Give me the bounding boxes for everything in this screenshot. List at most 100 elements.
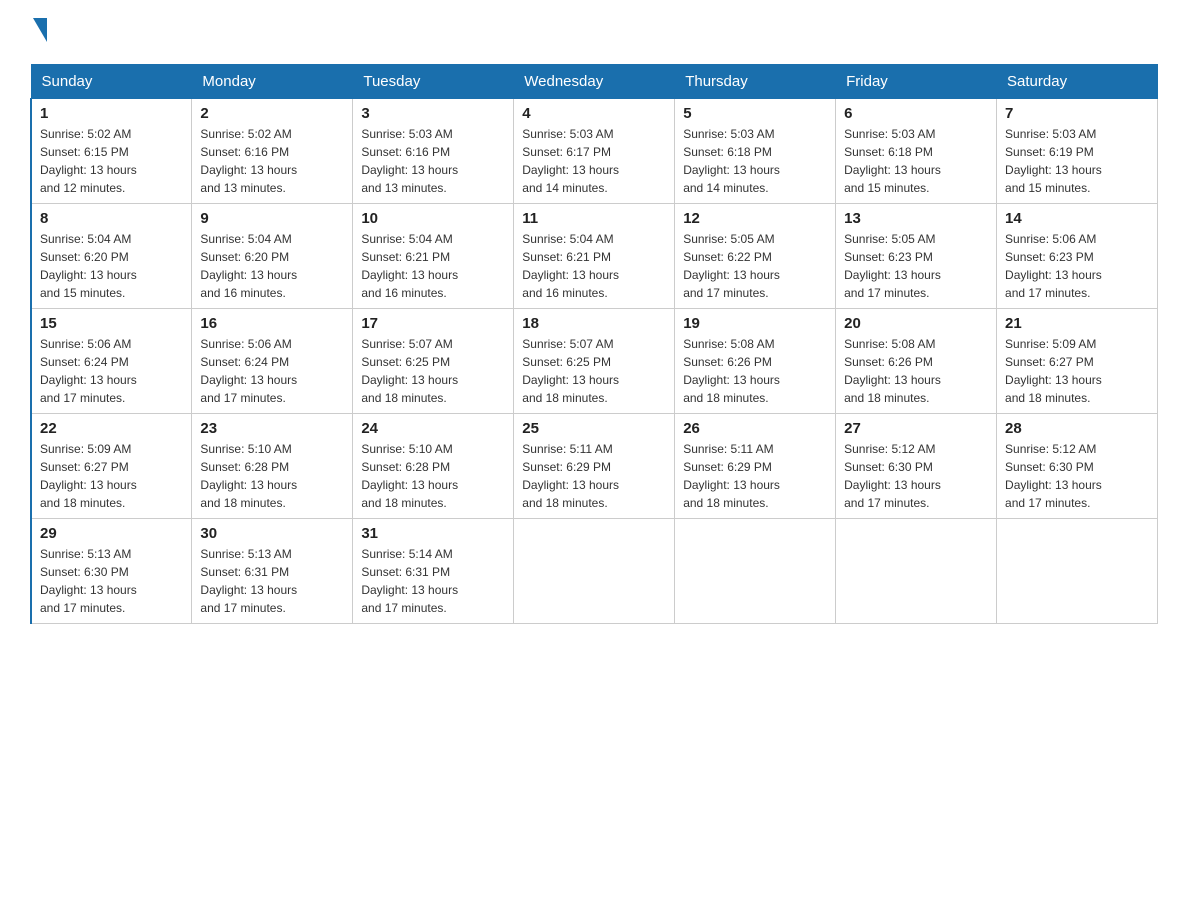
calendar-cell — [997, 519, 1158, 624]
calendar-cell: 21 Sunrise: 5:09 AMSunset: 6:27 PMDaylig… — [997, 309, 1158, 414]
calendar-cell: 12 Sunrise: 5:05 AMSunset: 6:22 PMDaylig… — [675, 204, 836, 309]
day-number: 21 — [1005, 315, 1149, 332]
day-number: 5 — [683, 105, 827, 122]
page-header — [30, 20, 1158, 44]
day-number: 2 — [200, 105, 344, 122]
day-info: Sunrise: 5:13 AMSunset: 6:30 PMDaylight:… — [40, 547, 137, 615]
calendar-cell — [514, 519, 675, 624]
day-info: Sunrise: 5:07 AMSunset: 6:25 PMDaylight:… — [361, 337, 458, 405]
day-number: 3 — [361, 105, 505, 122]
day-number: 26 — [683, 420, 827, 437]
calendar-week-row: 1 Sunrise: 5:02 AMSunset: 6:15 PMDayligh… — [31, 99, 1158, 204]
calendar-cell: 2 Sunrise: 5:02 AMSunset: 6:16 PMDayligh… — [192, 99, 353, 204]
weekday-header-saturday: Saturday — [997, 65, 1158, 99]
calendar-cell: 25 Sunrise: 5:11 AMSunset: 6:29 PMDaylig… — [514, 414, 675, 519]
calendar-week-row: 29 Sunrise: 5:13 AMSunset: 6:30 PMDaylig… — [31, 519, 1158, 624]
calendar-cell: 17 Sunrise: 5:07 AMSunset: 6:25 PMDaylig… — [353, 309, 514, 414]
day-info: Sunrise: 5:04 AMSunset: 6:20 PMDaylight:… — [200, 232, 297, 300]
calendar-cell: 3 Sunrise: 5:03 AMSunset: 6:16 PMDayligh… — [353, 99, 514, 204]
weekday-header-thursday: Thursday — [675, 65, 836, 99]
day-info: Sunrise: 5:14 AMSunset: 6:31 PMDaylight:… — [361, 547, 458, 615]
day-info: Sunrise: 5:04 AMSunset: 6:21 PMDaylight:… — [522, 232, 619, 300]
calendar-week-row: 8 Sunrise: 5:04 AMSunset: 6:20 PMDayligh… — [31, 204, 1158, 309]
day-number: 10 — [361, 210, 505, 227]
calendar-cell: 4 Sunrise: 5:03 AMSunset: 6:17 PMDayligh… — [514, 99, 675, 204]
calendar-cell — [836, 519, 997, 624]
calendar-cell: 9 Sunrise: 5:04 AMSunset: 6:20 PMDayligh… — [192, 204, 353, 309]
weekday-header-row: SundayMondayTuesdayWednesdayThursdayFrid… — [31, 65, 1158, 99]
day-info: Sunrise: 5:03 AMSunset: 6:16 PMDaylight:… — [361, 127, 458, 195]
logo — [30, 20, 47, 44]
calendar-cell: 19 Sunrise: 5:08 AMSunset: 6:26 PMDaylig… — [675, 309, 836, 414]
day-info: Sunrise: 5:02 AMSunset: 6:16 PMDaylight:… — [200, 127, 297, 195]
calendar-table: SundayMondayTuesdayWednesdayThursdayFrid… — [30, 64, 1158, 624]
calendar-cell: 7 Sunrise: 5:03 AMSunset: 6:19 PMDayligh… — [997, 99, 1158, 204]
calendar-cell: 24 Sunrise: 5:10 AMSunset: 6:28 PMDaylig… — [353, 414, 514, 519]
day-number: 23 — [200, 420, 344, 437]
day-number: 24 — [361, 420, 505, 437]
day-info: Sunrise: 5:07 AMSunset: 6:25 PMDaylight:… — [522, 337, 619, 405]
calendar-cell: 18 Sunrise: 5:07 AMSunset: 6:25 PMDaylig… — [514, 309, 675, 414]
weekday-header-monday: Monday — [192, 65, 353, 99]
calendar-cell: 1 Sunrise: 5:02 AMSunset: 6:15 PMDayligh… — [31, 99, 192, 204]
day-number: 27 — [844, 420, 988, 437]
day-number: 28 — [1005, 420, 1149, 437]
calendar-cell: 26 Sunrise: 5:11 AMSunset: 6:29 PMDaylig… — [675, 414, 836, 519]
day-info: Sunrise: 5:03 AMSunset: 6:18 PMDaylight:… — [683, 127, 780, 195]
calendar-cell: 20 Sunrise: 5:08 AMSunset: 6:26 PMDaylig… — [836, 309, 997, 414]
day-info: Sunrise: 5:13 AMSunset: 6:31 PMDaylight:… — [200, 547, 297, 615]
day-info: Sunrise: 5:11 AMSunset: 6:29 PMDaylight:… — [522, 442, 619, 510]
weekday-header-sunday: Sunday — [31, 65, 192, 99]
calendar-cell — [675, 519, 836, 624]
day-number: 4 — [522, 105, 666, 122]
day-number: 15 — [40, 315, 183, 332]
day-info: Sunrise: 5:12 AMSunset: 6:30 PMDaylight:… — [844, 442, 941, 510]
calendar-cell: 15 Sunrise: 5:06 AMSunset: 6:24 PMDaylig… — [31, 309, 192, 414]
day-number: 1 — [40, 105, 183, 122]
day-number: 29 — [40, 525, 183, 542]
day-info: Sunrise: 5:10 AMSunset: 6:28 PMDaylight:… — [361, 442, 458, 510]
day-number: 20 — [844, 315, 988, 332]
calendar-cell: 6 Sunrise: 5:03 AMSunset: 6:18 PMDayligh… — [836, 99, 997, 204]
calendar-cell: 27 Sunrise: 5:12 AMSunset: 6:30 PMDaylig… — [836, 414, 997, 519]
calendar-cell: 31 Sunrise: 5:14 AMSunset: 6:31 PMDaylig… — [353, 519, 514, 624]
logo-triangle-icon — [33, 18, 47, 42]
day-info: Sunrise: 5:10 AMSunset: 6:28 PMDaylight:… — [200, 442, 297, 510]
day-info: Sunrise: 5:04 AMSunset: 6:21 PMDaylight:… — [361, 232, 458, 300]
day-number: 11 — [522, 210, 666, 227]
calendar-cell: 5 Sunrise: 5:03 AMSunset: 6:18 PMDayligh… — [675, 99, 836, 204]
day-number: 18 — [522, 315, 666, 332]
calendar-cell: 22 Sunrise: 5:09 AMSunset: 6:27 PMDaylig… — [31, 414, 192, 519]
day-info: Sunrise: 5:08 AMSunset: 6:26 PMDaylight:… — [683, 337, 780, 405]
weekday-header-friday: Friday — [836, 65, 997, 99]
day-info: Sunrise: 5:03 AMSunset: 6:17 PMDaylight:… — [522, 127, 619, 195]
day-number: 8 — [40, 210, 183, 227]
day-number: 30 — [200, 525, 344, 542]
day-number: 19 — [683, 315, 827, 332]
calendar-cell: 23 Sunrise: 5:10 AMSunset: 6:28 PMDaylig… — [192, 414, 353, 519]
day-info: Sunrise: 5:09 AMSunset: 6:27 PMDaylight:… — [1005, 337, 1102, 405]
day-info: Sunrise: 5:05 AMSunset: 6:23 PMDaylight:… — [844, 232, 941, 300]
day-number: 17 — [361, 315, 505, 332]
day-number: 31 — [361, 525, 505, 542]
calendar-cell: 29 Sunrise: 5:13 AMSunset: 6:30 PMDaylig… — [31, 519, 192, 624]
day-number: 22 — [40, 420, 183, 437]
weekday-header-wednesday: Wednesday — [514, 65, 675, 99]
calendar-cell: 10 Sunrise: 5:04 AMSunset: 6:21 PMDaylig… — [353, 204, 514, 309]
calendar-cell: 13 Sunrise: 5:05 AMSunset: 6:23 PMDaylig… — [836, 204, 997, 309]
calendar-cell: 30 Sunrise: 5:13 AMSunset: 6:31 PMDaylig… — [192, 519, 353, 624]
day-info: Sunrise: 5:12 AMSunset: 6:30 PMDaylight:… — [1005, 442, 1102, 510]
day-info: Sunrise: 5:03 AMSunset: 6:18 PMDaylight:… — [844, 127, 941, 195]
day-info: Sunrise: 5:02 AMSunset: 6:15 PMDaylight:… — [40, 127, 137, 195]
day-number: 7 — [1005, 105, 1149, 122]
day-number: 13 — [844, 210, 988, 227]
day-info: Sunrise: 5:05 AMSunset: 6:22 PMDaylight:… — [683, 232, 780, 300]
calendar-cell: 11 Sunrise: 5:04 AMSunset: 6:21 PMDaylig… — [514, 204, 675, 309]
calendar-cell: 28 Sunrise: 5:12 AMSunset: 6:30 PMDaylig… — [997, 414, 1158, 519]
day-number: 6 — [844, 105, 988, 122]
day-info: Sunrise: 5:04 AMSunset: 6:20 PMDaylight:… — [40, 232, 137, 300]
calendar-week-row: 22 Sunrise: 5:09 AMSunset: 6:27 PMDaylig… — [31, 414, 1158, 519]
day-number: 16 — [200, 315, 344, 332]
day-info: Sunrise: 5:03 AMSunset: 6:19 PMDaylight:… — [1005, 127, 1102, 195]
day-info: Sunrise: 5:11 AMSunset: 6:29 PMDaylight:… — [683, 442, 780, 510]
